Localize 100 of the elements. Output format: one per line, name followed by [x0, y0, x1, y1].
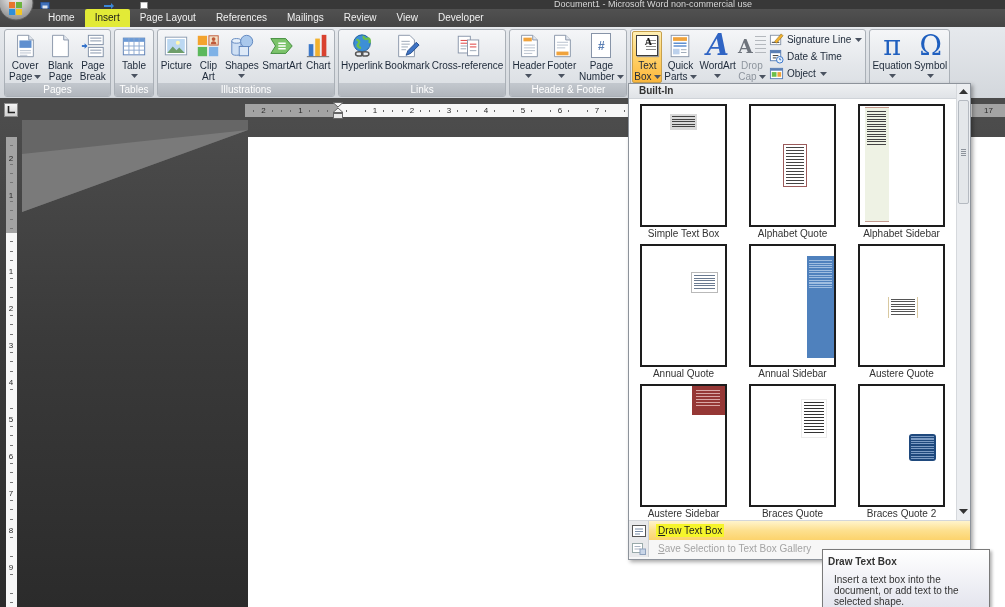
- table-button[interactable]: Table: [120, 31, 148, 83]
- gallery-heading: Built-In: [629, 84, 956, 99]
- ruler-number: 2: [7, 153, 15, 163]
- scroll-down-icon[interactable]: [959, 509, 968, 514]
- footer-button[interactable]: Footer: [546, 31, 578, 83]
- ruler-number: 6: [7, 451, 15, 461]
- text-box-icon: [632, 524, 646, 537]
- indent-marker[interactable]: [332, 102, 344, 119]
- ruler-number: 2: [260, 106, 267, 115]
- blank-page-button[interactable]: Blank Page: [45, 31, 76, 83]
- ruler-number: 7: [593, 106, 601, 115]
- gallery-item[interactable]: Austere Sidebar: [640, 384, 727, 520]
- scrollbar-track[interactable]: [956, 84, 970, 520]
- cross-reference-button[interactable]: Cross-reference: [430, 31, 505, 83]
- gallery-item[interactable]: Austere Quote: [858, 244, 945, 380]
- ruler-number: 1: [7, 190, 15, 200]
- page-break-button[interactable]: Page Break: [77, 31, 108, 83]
- ribbon-tab[interactable]: Page Layout: [129, 9, 206, 27]
- quote-box-preview: [783, 144, 807, 187]
- ribbon-tab[interactable]: References: [205, 9, 277, 27]
- ribbon-tab[interactable]: Developer: [428, 9, 494, 27]
- quote-box-preview: [801, 399, 827, 438]
- shapes-button[interactable]: Shapes: [223, 31, 260, 83]
- tooltip-title: Draw Text Box: [828, 556, 898, 568]
- ruler-number: 5: [7, 414, 15, 424]
- tab-stop-selector[interactable]: [4, 103, 18, 117]
- smartart-button[interactable]: SmartArt: [261, 31, 303, 83]
- signature-line-button[interactable]: Signature Line: [766, 31, 865, 48]
- wordart-icon: A: [706, 32, 729, 59]
- chart-button[interactable]: Chart: [304, 31, 333, 83]
- cover-page-button[interactable]: Cover Page: [7, 31, 44, 83]
- ruler-number: 9: [7, 562, 15, 572]
- ruler-number: 17: [983, 106, 994, 115]
- shapes-icon: [228, 32, 255, 59]
- gallery-item[interactable]: Braces Quote 2: [858, 384, 945, 520]
- object-button[interactable]: Object: [766, 65, 865, 82]
- tab-stop-icon: [7, 106, 15, 114]
- gallery-item[interactable]: Alphabet Sidebar: [858, 104, 945, 240]
- page-number-icon: #: [591, 33, 612, 58]
- quick-parts-button[interactable]: Quick Parts: [662, 31, 699, 83]
- ruler-number: 5: [519, 106, 527, 115]
- picture-button[interactable]: Picture: [159, 31, 193, 83]
- ruler-number: 2: [7, 303, 15, 313]
- bar-chart-icon: [305, 32, 332, 59]
- page-break-icon: [79, 32, 106, 59]
- hyperlink-button[interactable]: Hyperlink: [340, 31, 384, 83]
- ribbon-tab[interactable]: Mailings: [277, 9, 334, 27]
- ruler-number: 4: [7, 377, 15, 387]
- menu-item[interactable]: Draw Text Box: [629, 521, 970, 540]
- equation-button[interactable]: π Equation: [871, 31, 913, 83]
- clip-art-icon: [195, 32, 222, 59]
- ruler-number: 2: [408, 106, 416, 115]
- arrow-icon[interactable]: [103, 2, 115, 9]
- sidebar-preview: [692, 386, 725, 415]
- ribbon-tab[interactable]: View: [386, 9, 428, 27]
- ruler-number: 1: [7, 266, 15, 276]
- gallery-item[interactable]: Simple Text Box: [640, 104, 727, 240]
- group-label: Pages: [5, 83, 110, 96]
- bookmark-button[interactable]: Bookmark: [383, 31, 431, 83]
- group-label: Links: [339, 83, 506, 96]
- ribbon-tab[interactable]: Insert: [84, 9, 130, 27]
- pi-icon: π: [883, 32, 901, 59]
- symbol-button[interactable]: Ω Symbol: [912, 31, 949, 83]
- text-box-icon: A: [636, 35, 659, 56]
- quote-box-preview: [888, 297, 918, 318]
- object-icon: [768, 66, 784, 81]
- ribbon-tab[interactable]: Review: [333, 9, 387, 27]
- ruler-number: 3: [7, 340, 15, 350]
- gallery-item[interactable]: Alphabet Quote: [749, 104, 836, 240]
- clip-art-button[interactable]: Clip Art: [194, 31, 223, 83]
- floppy-disk-icon[interactable]: [40, 2, 50, 9]
- group-label: Illustrations: [158, 83, 334, 96]
- group-label: Tables: [115, 83, 153, 96]
- ruler-number: 7: [7, 488, 15, 498]
- quote-box-preview: [691, 272, 718, 293]
- gallery-item[interactable]: Braces Quote: [749, 384, 836, 520]
- calendar-clock-icon: [768, 49, 784, 64]
- ruler-number: 6: [556, 106, 564, 115]
- tooltip-text: Insert a text box into the document, or add text to the selected shape.: [834, 574, 960, 607]
- text-box-save-icon: [632, 542, 646, 555]
- ruler-number: 4: [482, 106, 490, 115]
- text-box-button[interactable]: A Text Box: [632, 31, 663, 83]
- group-label: Header & Footer: [510, 83, 627, 96]
- gallery-item[interactable]: Annual Quote: [640, 244, 727, 380]
- scroll-up-icon[interactable]: [959, 89, 968, 94]
- quote-box-preview: [909, 434, 936, 461]
- scrollbar-thumb[interactable]: [958, 100, 969, 204]
- wordart-button[interactable]: A WordArt: [698, 31, 737, 83]
- page-number-button[interactable]: # Page Number: [577, 31, 626, 83]
- window-title: Document1 - Microsoft Word non-commercial use: [554, 0, 752, 9]
- text-box-preview: [670, 114, 697, 130]
- omega-icon: Ω: [919, 32, 942, 59]
- gallery-item[interactable]: Annual Sidebar: [749, 244, 836, 380]
- ruler-number: 1: [371, 106, 379, 115]
- ribbon-tab[interactable]: Home: [38, 9, 85, 27]
- ruler-number: 8: [7, 525, 15, 535]
- date-time-button[interactable]: Date & Time: [766, 48, 865, 65]
- header-button[interactable]: Header: [511, 31, 547, 83]
- ruler-number: 1: [297, 106, 304, 115]
- ruler-number: 3: [445, 106, 453, 115]
